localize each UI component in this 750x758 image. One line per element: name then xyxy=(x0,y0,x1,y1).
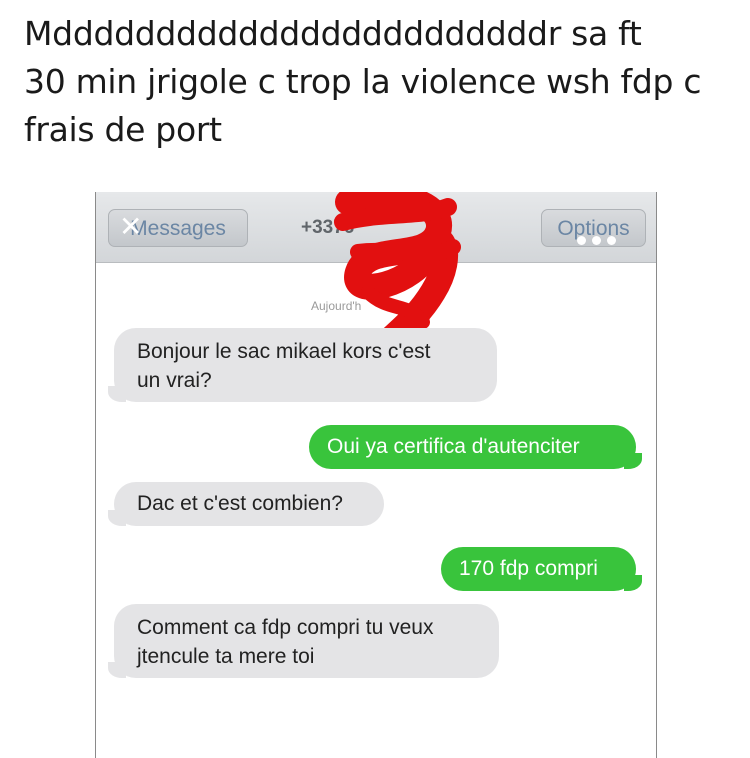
back-button[interactable]: Messages ✕ xyxy=(108,209,248,247)
outgoing-message: 170 fdp compri xyxy=(441,547,642,591)
incoming-message: Bonjour le sac mikael kors c'est un vrai… xyxy=(108,328,497,402)
back-button-label: Messages xyxy=(130,217,226,240)
sms-screenshot: Messages ✕ +3376 Options Aujourd'h Bonjo… xyxy=(95,192,657,758)
tweet-line: frais de port xyxy=(24,110,222,149)
message-text: jtencule ta mere toi xyxy=(137,645,315,668)
message-text: Dac et c'est combien? xyxy=(137,492,343,515)
red-scribble-icon xyxy=(334,192,461,342)
incoming-message: Dac et c'est combien? xyxy=(108,482,384,526)
message-text: un vrai? xyxy=(137,369,212,392)
message-text: Oui ya certifica d'autenciter xyxy=(327,435,580,458)
tweet-line: 30 min jrigole c trop la violence wsh fd… xyxy=(24,62,702,101)
options-button[interactable]: Options xyxy=(541,209,646,247)
ellipsis-icon xyxy=(577,236,616,245)
message-text: Bonjour le sac mikael kors c'est xyxy=(137,340,431,363)
incoming-message: Comment ca fdp compri tu veux jtencule t… xyxy=(108,604,499,678)
message-text: 170 fdp compri xyxy=(459,557,598,580)
close-icon: ✕ xyxy=(119,210,143,243)
tweet-line: Mddddddddddddddddddddddddr sa ft xyxy=(24,14,642,53)
outgoing-message: Oui ya certifica d'autenciter xyxy=(309,425,642,469)
tweet-text: Mddddddddddddddddddddddddr sa ft 30 min … xyxy=(24,10,724,154)
message-text: Comment ca fdp compri tu veux xyxy=(137,616,434,639)
